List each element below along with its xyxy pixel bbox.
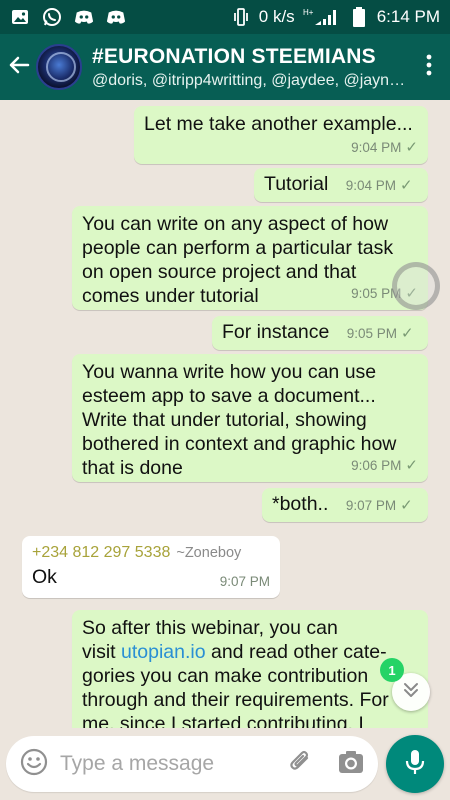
status-left-icons [10,7,126,27]
message-time: 9:04 PM [351,140,402,155]
message-line: You wanna write how you can use [82,361,377,383]
emoji-icon [19,747,49,782]
message-bubble-outgoing[interactable]: Let me take another example... 9:04 PM ✓ [134,106,428,164]
sent-check-icon: ✓ [400,497,413,514]
message-list[interactable]: Let me take another example... 9:04 PM ✓… [0,100,450,728]
touch-indicator [392,262,440,310]
signal-icon: H+ [303,7,341,27]
battery-icon [349,7,369,27]
network-speed: 0 k/s [258,7,295,26]
message-text: For instance [222,321,330,343]
message-sender: +234 812 297 5338 ~Zoneboy [32,541,270,565]
message-time: 9:06 PM [351,458,402,473]
message-bubble-outgoing[interactable]: *both.. 9:07 PM ✓ [262,488,428,522]
sent-check-icon: ✓ [400,177,413,194]
message-bubble-outgoing[interactable]: You wanna write how you can use esteem a… [72,354,428,482]
message-time: 9:07 PM [219,574,270,589]
message-text: Tutorial [264,173,329,195]
message-text: Let me take another example... [144,113,413,135]
message-line: gories you can make contribution [82,665,369,687]
message-line: bothered in context and graphic how [82,433,397,455]
compose-bar [0,728,450,800]
unread-count-badge: 1 [380,658,404,682]
message-meta: 9:04 PM ✓ [346,174,413,198]
overflow-menu-icon [426,54,432,81]
message-text: *both.. [272,493,329,515]
message-text-prefix: visit [82,641,121,663]
image-icon [10,7,30,27]
svg-text:H+: H+ [303,8,314,17]
message-text-suffix: and read other cate- [205,641,387,663]
group-title: #EURONATION STEEMIANS [92,44,376,68]
message-line-with-link: visit utopian.io and read other cate- [82,640,418,664]
message-line: people can perform a particular task [82,237,394,259]
message-bubble-outgoing[interactable]: For instance 9:05 PM ✓ [212,316,428,350]
message-meta: 9:05 PM ✓ [347,322,414,346]
message-line: through and their requirements. For [82,689,389,711]
chat-header: #EURONATION STEEMIANS @doris, @itripp4wr… [0,34,450,100]
sent-check-icon: ✓ [401,325,414,342]
message-line: on open source project and that [82,261,357,283]
group-info[interactable]: #EURONATION STEEMIANS @doris, @itripp4wr… [92,45,410,90]
back-arrow-icon [8,54,30,81]
status-right-icons: 0 k/s H+ 6:14 PM [231,7,440,27]
message-meta: 9:07 PM [220,570,270,594]
attach-button[interactable] [284,747,318,781]
message-line: You can write on any aspect of how [82,213,389,235]
microphone-icon [404,748,426,781]
back-button[interactable] [2,34,36,100]
message-meta: 9:06 PM ✓ [351,454,418,478]
sent-check-icon: ✓ [405,457,418,474]
message-time: 9:04 PM [345,178,397,193]
message-link[interactable]: utopian.io [121,641,206,663]
vibrate-icon [231,7,251,27]
message-bubble-outgoing[interactable]: So after this webinar, you can visit uto… [72,610,428,728]
group-avatar[interactable] [36,44,82,90]
group-members: @doris, @itripp4writting, @jaydee, @jayn… [92,71,410,89]
sent-check-icon: ✓ [405,139,418,156]
whatsapp-icon [42,7,62,27]
voice-record-button[interactable] [386,735,444,793]
double-chevron-down-icon [402,681,420,704]
sender-phone[interactable]: +234 812 297 5338 [32,544,170,561]
message-line: So after this webinar, you can [82,617,338,639]
message-time: 9:05 PM [346,326,398,341]
attachment-icon [287,748,315,781]
emoji-button[interactable] [16,746,52,782]
message-bubble-outgoing[interactable]: You can write on any aspect of how peopl… [72,206,428,310]
message-time: 9:07 PM [345,498,397,513]
message-meta: 9:07 PM ✓ [346,494,413,518]
message-input[interactable] [60,752,280,776]
discord-icon [74,7,94,27]
camera-button[interactable] [334,747,368,781]
message-line: esteem app to save a document... [82,385,376,407]
compose-field [6,736,378,792]
message-line: me, since I started contributing, I [82,713,364,728]
discord-icon [106,7,126,27]
clock: 6:14 PM [376,7,440,26]
camera-icon [337,749,365,780]
message-bubble-outgoing[interactable]: Tutorial 9:04 PM ✓ [254,168,428,202]
message-meta: 9:04 PM ✓ [351,136,418,160]
overflow-menu-button[interactable] [414,34,444,100]
status-bar: 0 k/s H+ 6:14 PM [0,0,450,34]
sender-name: ~Zoneboy [176,545,242,561]
message-line: Write that under tutorial, showing [82,409,367,431]
message-bubble-incoming[interactable]: +234 812 297 5338 ~Zoneboy Ok 9:07 PM [22,536,280,598]
